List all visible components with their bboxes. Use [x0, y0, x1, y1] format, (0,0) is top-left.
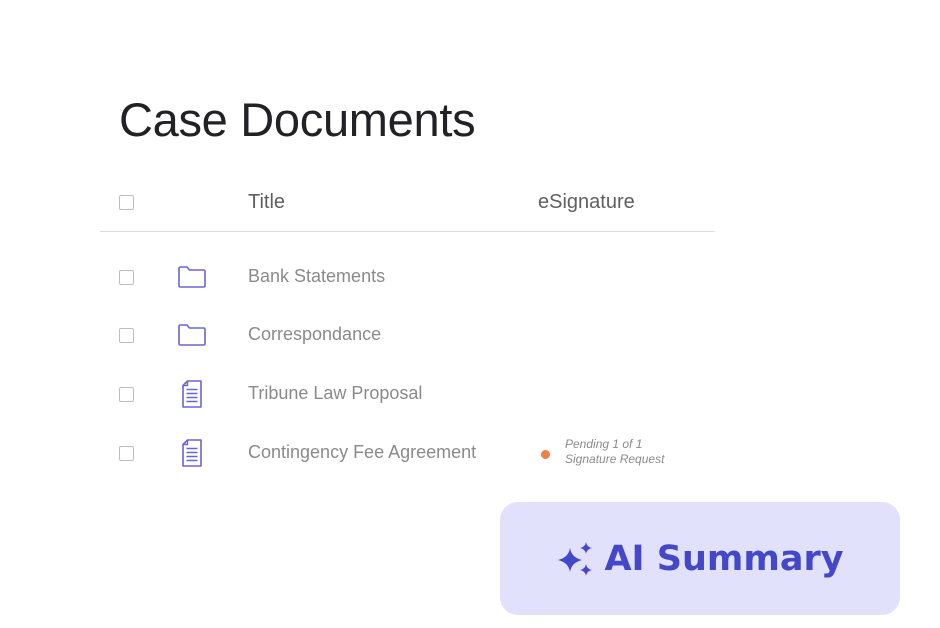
status-line-1: Pending 1 of 1: [565, 437, 643, 451]
folder-icon: [178, 266, 206, 288]
ai-summary-label: AI Summary: [604, 538, 844, 579]
table-header: Title eSignature: [100, 180, 715, 232]
row-checkbox[interactable]: [119, 387, 134, 402]
row-checkbox[interactable]: [119, 446, 134, 461]
document-icon: [182, 380, 202, 408]
esignature-status-text: Pending 1 of 1 Signature Request: [565, 437, 664, 467]
row-title[interactable]: Bank Statements: [248, 266, 385, 287]
pending-status-dot: [541, 450, 550, 459]
row-title[interactable]: Correspondance: [248, 324, 381, 345]
table-row[interactable]: Tribune Law Proposal: [100, 375, 715, 415]
status-line-2: Signature Request: [565, 452, 665, 466]
row-title[interactable]: Tribune Law Proposal: [248, 383, 422, 404]
table-row[interactable]: Contingency Fee Agreement Pending 1 of 1…: [100, 434, 715, 474]
row-title[interactable]: Contingency Fee Agreement: [248, 442, 476, 463]
table-row[interactable]: Bank Statements: [100, 258, 715, 298]
folder-icon: [178, 324, 206, 346]
documents-table: Title eSignature Bank Statements Corresp…: [100, 180, 715, 467]
page-title: Case Documents: [119, 93, 476, 146]
sparkle-icon: [558, 541, 593, 576]
table-row[interactable]: Correspondance: [100, 316, 715, 356]
column-header-esignature[interactable]: eSignature: [538, 191, 635, 214]
ai-summary-button[interactable]: AI Summary: [500, 502, 900, 615]
select-all-checkbox[interactable]: [119, 195, 134, 210]
document-icon: [182, 439, 202, 467]
column-header-title[interactable]: Title: [248, 191, 285, 214]
row-checkbox[interactable]: [119, 270, 134, 285]
row-checkbox[interactable]: [119, 328, 134, 343]
